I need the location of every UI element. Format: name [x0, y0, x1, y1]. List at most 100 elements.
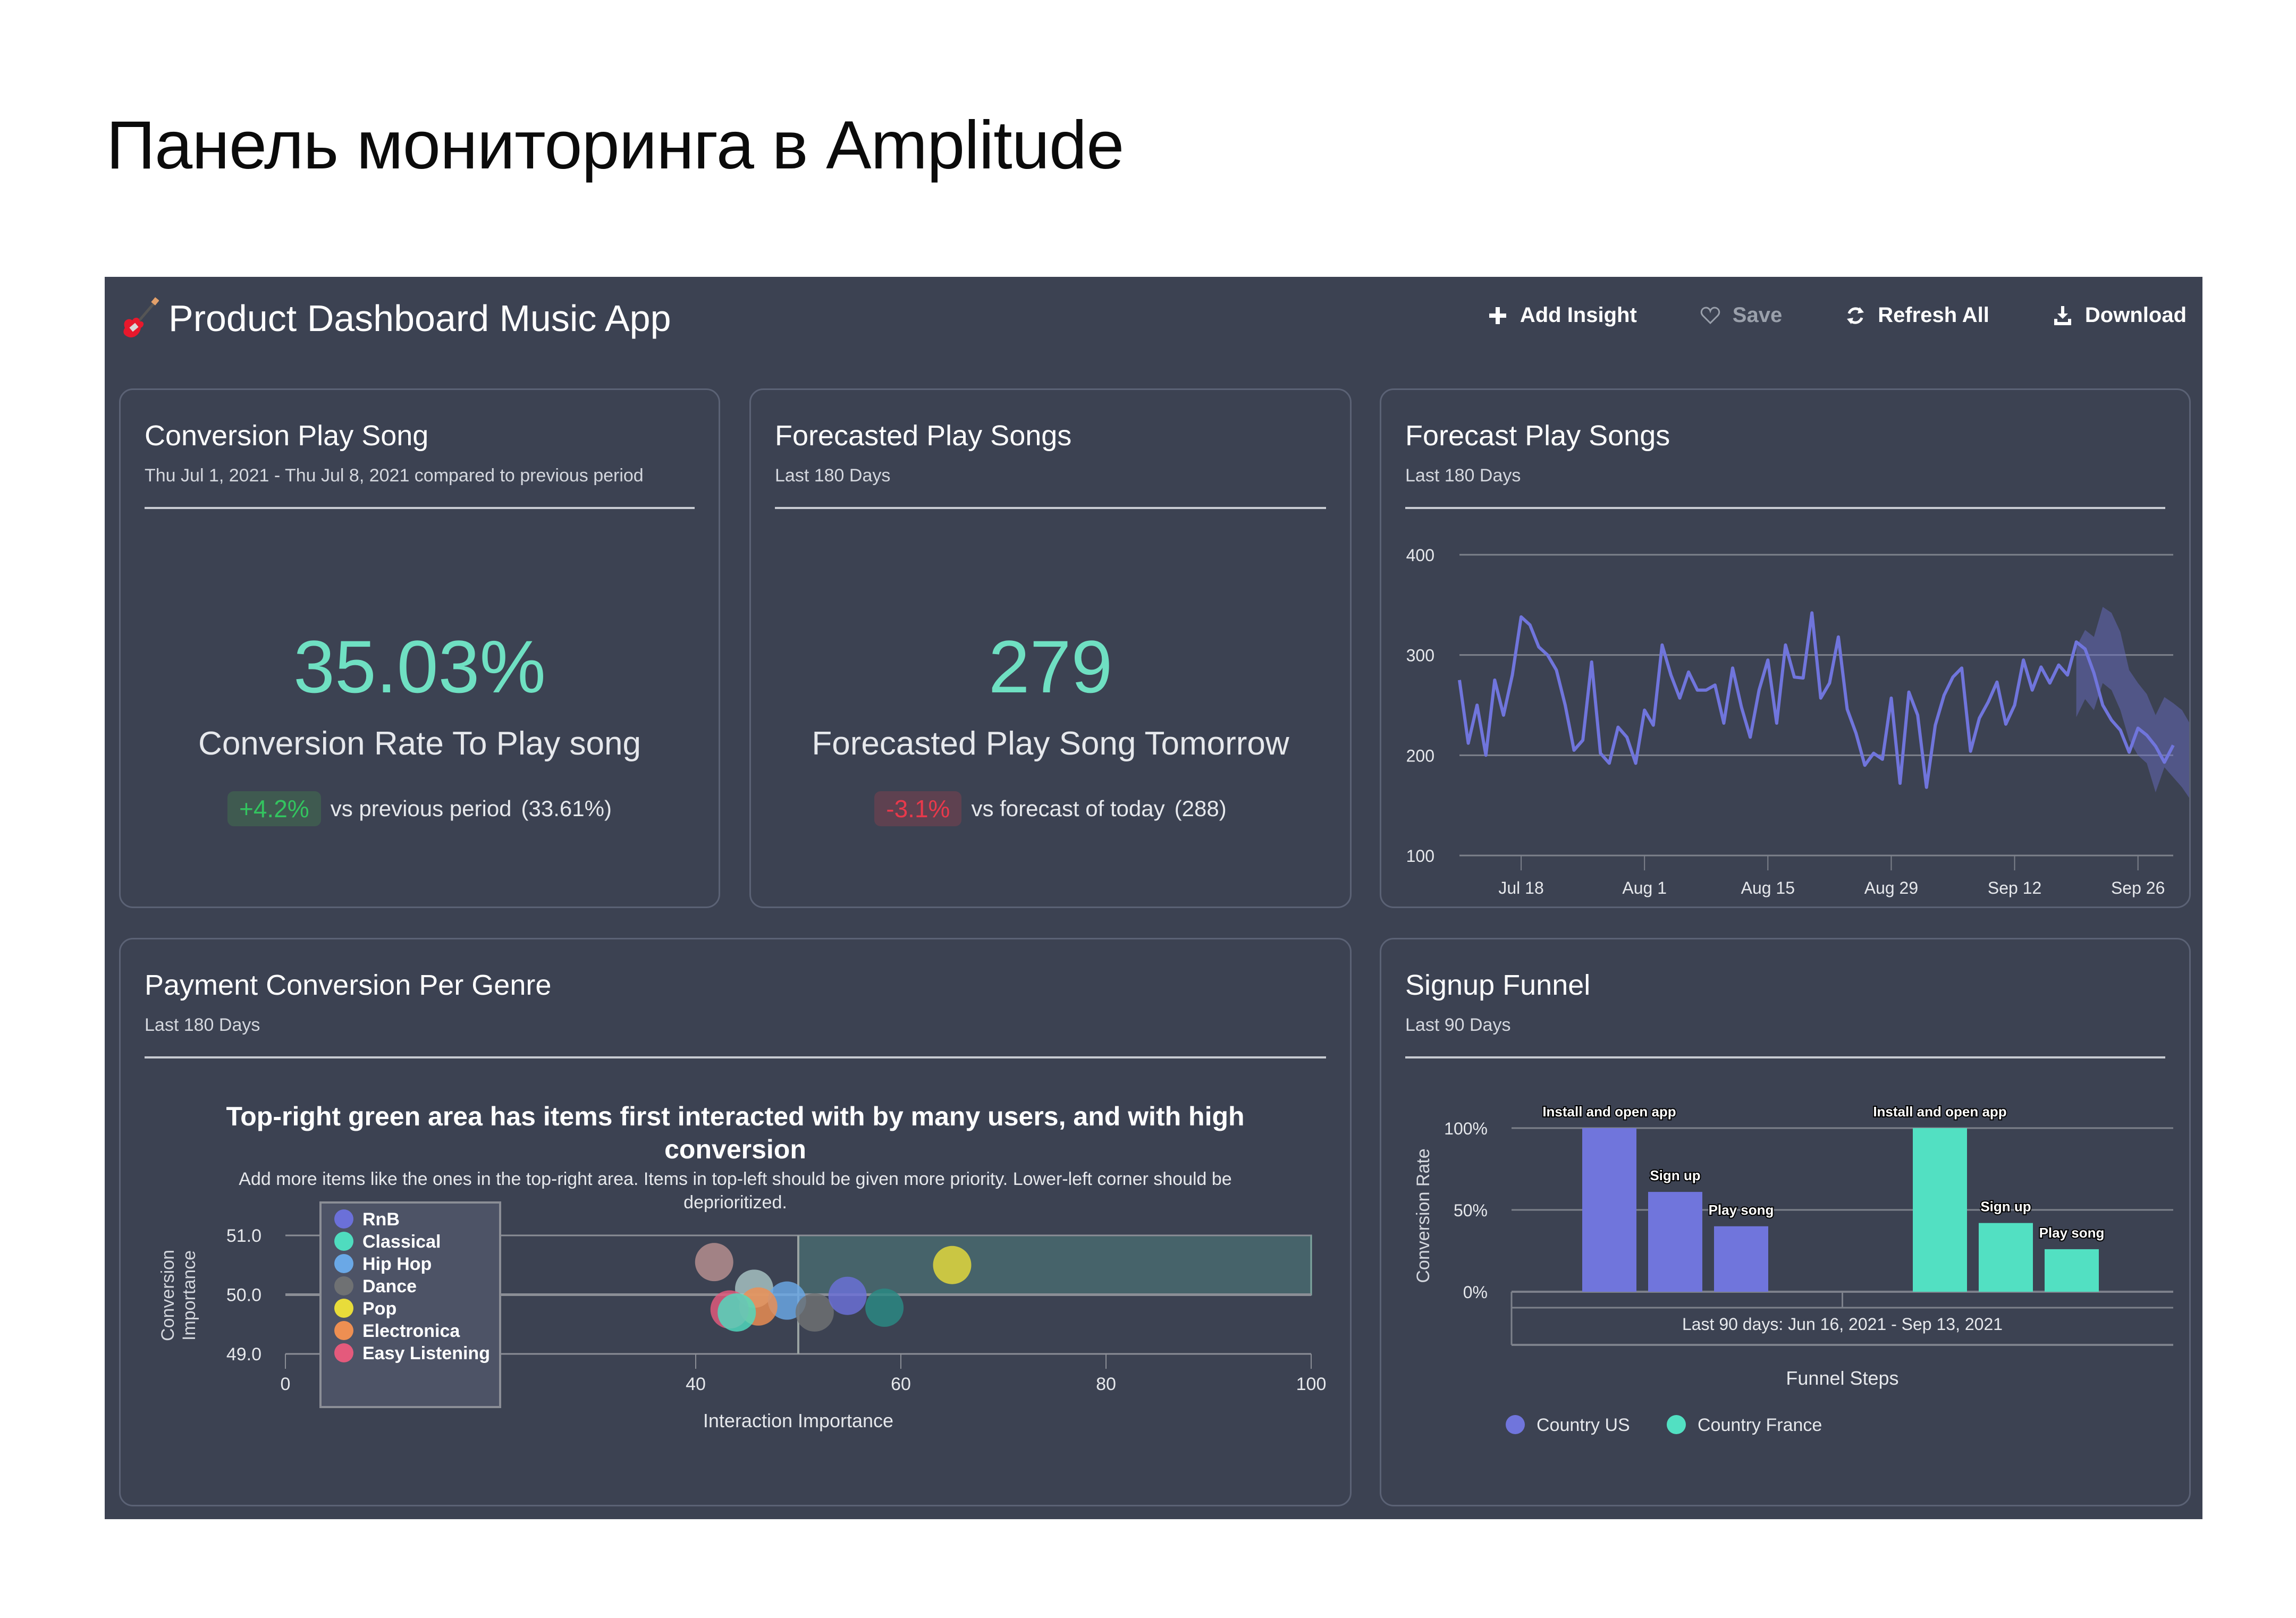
compare-text: vs previous period — [330, 796, 512, 821]
forecast-line-chart: 100 200 300 400 Jul 18 Aug 1 Aug 15 Aug 29 Sep 1… — [1406, 546, 2189, 897]
compare-text: vs forecast of today — [971, 796, 1165, 821]
kpi-label: Forecasted Play Song Tomorrow — [812, 725, 1289, 762]
card-title: Signup Funnel — [1405, 969, 1591, 1001]
x-tick-label: Sep 12 — [1988, 878, 2041, 897]
y-tick-label: 400 — [1406, 546, 1434, 565]
legend-swatch — [1667, 1415, 1686, 1434]
scatter-legend: RnBClassicalHip HopDancePopElectronicaEa… — [319, 1201, 501, 1408]
scatter-point — [695, 1243, 733, 1282]
x-tick-label: Jul 18 — [1498, 878, 1543, 897]
funnel-bar — [2045, 1249, 2099, 1292]
funnel-bar — [1582, 1128, 1636, 1292]
bar-label: Play song — [1709, 1202, 1774, 1218]
y-tick-label: 100 — [1406, 846, 1434, 866]
legend-swatch — [334, 1232, 353, 1251]
funnel-bar — [1714, 1226, 1768, 1292]
y-tick-label: 51.0 — [226, 1226, 261, 1246]
scatter-subtitle: Add more items like the ones in the top-… — [239, 1169, 1231, 1189]
download-icon — [2054, 306, 2071, 325]
download-label: Download — [2084, 303, 2187, 327]
kpi-comparison: +4.2% vs previous period (33.61%) — [121, 791, 719, 826]
y-axis-label: Conversion Rate — [1413, 1148, 1433, 1283]
signup-funnel-card: Signup Funnel Last 90 Days 0% 50% 100% Conv… — [1380, 938, 2191, 1506]
card-divider — [145, 1056, 1326, 1058]
kpi-value: 279 — [988, 625, 1113, 708]
scatter-subtitle-line2: deprioritized. — [683, 1192, 787, 1213]
x-axis-label: Interaction Importance — [703, 1410, 893, 1431]
x-tick-label: 0 — [281, 1374, 291, 1394]
legend-swatch — [334, 1299, 353, 1318]
legend-label: RnB — [362, 1209, 400, 1230]
funnel-bar — [1913, 1128, 1967, 1292]
dashboard: Product Dashboard Music App Add Insight … — [105, 277, 2202, 1519]
card-subtitle: Thu Jul 1, 2021 - Thu Jul 8, 2021 compar… — [145, 465, 644, 486]
legend-swatch — [334, 1276, 353, 1295]
bar-label: Play song — [2039, 1225, 2105, 1241]
legend-swatch — [334, 1209, 353, 1229]
legend-swatch — [334, 1321, 353, 1340]
card-subtitle: Last 180 Days — [1405, 465, 1521, 486]
x-tick-label: 100 — [1296, 1374, 1327, 1394]
funnel-bar — [1648, 1192, 1702, 1292]
play-songs-line — [1458, 611, 2175, 789]
legend-label: Country US — [1537, 1415, 1630, 1435]
scatter-point — [828, 1276, 867, 1315]
bar-label: Sign up — [1980, 1199, 2031, 1215]
guitar-icon — [123, 297, 159, 338]
plus-icon — [1489, 307, 1506, 324]
legend-swatch — [334, 1254, 353, 1273]
high-priority-region — [797, 1234, 1312, 1295]
forecast-play-songs-card: Forecast Play Songs Last 180 Days 100 200… — [1380, 388, 2191, 908]
add-insight-button[interactable]: Add Insight — [1487, 303, 1637, 327]
save-button[interactable]: Save — [1700, 303, 1782, 327]
forecasted-play-songs-card: Forecasted Play Songs Last 180 Days 279 … — [749, 388, 1352, 908]
conversion-play-song-card: Conversion Play Song Thu Jul 1, 2021 - T… — [119, 388, 720, 908]
group-label: Last 90 days: Jun 16, 2021 - Sep 13, 202… — [1682, 1315, 2003, 1334]
x-axis-label: Funnel Steps — [1786, 1367, 1898, 1389]
genre-scatter-chart: Top-right green area has items first int… — [158, 1102, 1327, 1431]
scatter-point — [933, 1246, 972, 1284]
legend-label: Electronica — [362, 1321, 460, 1341]
y-tick-label: 49.0 — [226, 1344, 261, 1365]
card-divider — [1405, 507, 2165, 509]
heart-icon — [1700, 306, 1720, 324]
compare-value: 33.61% — [528, 796, 604, 821]
download-button[interactable]: Download — [2052, 303, 2187, 327]
y-tick-label: 0% — [1463, 1283, 1488, 1302]
y-tick-label: 50% — [1454, 1201, 1488, 1220]
page-heading: Панель мониторинга в Amplitude — [106, 107, 1124, 183]
dashboard-title: Product Dashboard Music App — [121, 297, 671, 340]
bar-label: Sign up — [1650, 1167, 1700, 1183]
y-tick-label: 50.0 — [226, 1285, 261, 1306]
refresh-all-label: Refresh All — [1878, 303, 1989, 327]
y-tick-label: 100% — [1444, 1119, 1488, 1138]
x-tick-label: 80 — [1096, 1374, 1116, 1394]
card-title: Forecasted Play Songs — [775, 420, 1072, 452]
payment-conversion-per-genre-card: Payment Conversion Per Genre Last 180 Da… — [119, 938, 1352, 1506]
x-tick-label: 60 — [891, 1374, 911, 1394]
y-tick-label: 300 — [1406, 646, 1434, 665]
card-title: Forecast Play Songs — [1405, 420, 1670, 452]
save-label: Save — [1732, 303, 1783, 327]
y-tick-label: 200 — [1406, 746, 1434, 765]
card-subtitle: Last 180 Days — [145, 1015, 260, 1035]
x-tick-label: Sep 26 — [2111, 878, 2165, 897]
refresh-all-button[interactable]: Refresh All — [1845, 303, 1989, 327]
scatter-title-line2: conversion — [664, 1134, 806, 1164]
x-tick-label: Aug 1 — [1622, 878, 1667, 897]
delta-badge: -3.1% — [874, 791, 962, 826]
compare-value-wrap: (33.61%) — [521, 796, 612, 821]
legend-label: Classical — [362, 1232, 441, 1252]
legend-label: Pop — [362, 1299, 396, 1319]
legend-swatch — [334, 1343, 353, 1362]
scatter-title: Top-right green area has items first int… — [226, 1102, 1244, 1131]
card-divider — [145, 507, 695, 509]
compare-value-wrap: (288) — [1174, 796, 1227, 821]
funnel-bar-chart: 0% 50% 100% Conversion Rate Last 90 days: Ju… — [1413, 1103, 2173, 1435]
refresh-icon — [1847, 307, 1864, 324]
legend-label: Easy Listening — [362, 1343, 490, 1363]
card-subtitle: Last 90 Days — [1405, 1015, 1511, 1035]
x-tick-label: Aug 29 — [1864, 878, 1918, 897]
bar-label: Install and open app — [1873, 1104, 2006, 1120]
add-insight-label: Add Insight — [1520, 303, 1637, 327]
